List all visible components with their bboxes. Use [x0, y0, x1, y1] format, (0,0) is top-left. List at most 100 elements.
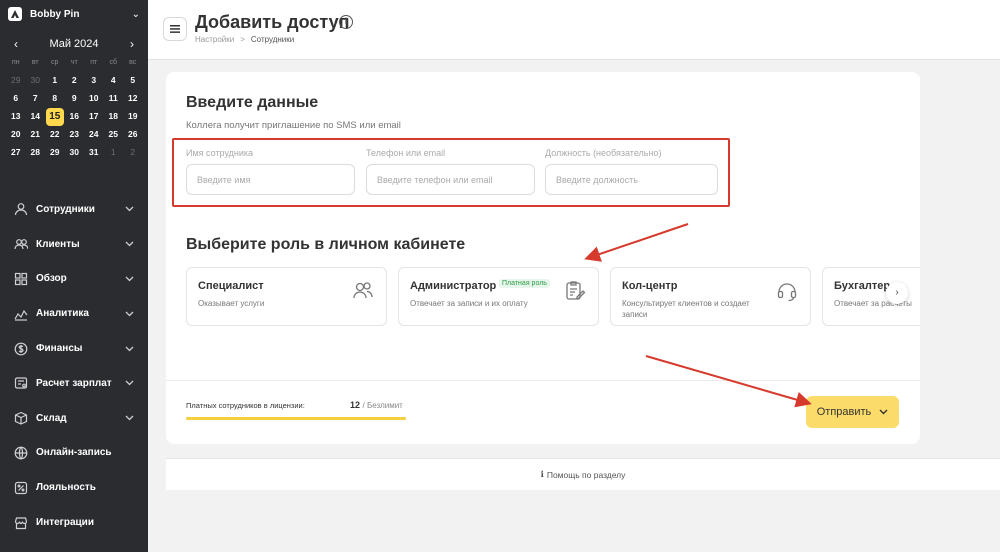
enter-data-subtitle: Коллега получит приглашение по SMS или e… [186, 120, 401, 131]
role-card-specialist[interactable]: Специалист Оказывает услуги [186, 267, 387, 326]
role-title: Бухгалтер [834, 280, 891, 292]
position-input[interactable] [545, 164, 718, 195]
calendar-day[interactable]: 1 [104, 143, 124, 161]
calendar-day[interactable]: 27 [6, 143, 26, 161]
grid-icon [14, 272, 28, 286]
calendar-header: ‹ Май 2024 › [0, 33, 148, 55]
calendar-day-number: 13 [11, 111, 21, 121]
license-count: 12 / Безлимит [350, 400, 403, 410]
sidebar-item-4[interactable]: Аналитика [0, 296, 148, 331]
calendar-day-number: 18 [108, 111, 118, 121]
sidebar-item-5[interactable]: Финансы [0, 331, 148, 366]
calendar-day[interactable]: 28 [26, 143, 46, 161]
dollar-icon [14, 342, 28, 356]
calendar-weekday: ср [51, 59, 59, 66]
sidebar: Bobby Pin ⌄ ‹ Май 2024 › пн вт ср чт пт сб вс 2… [0, 0, 148, 552]
sidebar-item-7[interactable]: Склад [0, 401, 148, 436]
calendar-day[interactable]: 14 [26, 107, 46, 125]
calendar-day[interactable]: 17 [84, 107, 104, 125]
calendar-day[interactable]: 1 [45, 71, 65, 89]
role-carousel: Специалист Оказывает услуги Администрато… [186, 267, 920, 327]
help-bar[interactable]: ℹ Помощь по разделу [166, 458, 1000, 490]
calendar-day-number: 17 [89, 111, 99, 121]
calendar-day[interactable]: 9 [65, 89, 85, 107]
position-field-label: Должность (необязательно) [545, 148, 662, 158]
breadcrumb: Настройки > Сотрудники [195, 35, 294, 44]
carousel-next-button[interactable]: › [886, 282, 908, 304]
sidebar-item-8[interactable]: Онлайн-запись [0, 436, 148, 471]
calendar-day[interactable]: 10 [84, 89, 104, 107]
chevron-down-icon [125, 344, 134, 354]
calendar-day[interactable]: 11 [104, 89, 124, 107]
percent-icon [14, 481, 28, 495]
sidebar-item-6[interactable]: Расчет зарплат [0, 366, 148, 401]
calendar-day[interactable]: 13 [6, 107, 26, 125]
divider [166, 380, 920, 381]
sidebar-item-label: Финансы [36, 343, 83, 355]
calendar-day[interactable]: 5 [123, 71, 143, 89]
calendar-day-number: 2 [130, 147, 136, 157]
calendar-day-number: 10 [89, 93, 99, 103]
calendar-day[interactable]: 26 [123, 125, 143, 143]
calendar-day-number: 31 [89, 147, 99, 157]
calendar-weekday: пт [90, 59, 98, 66]
payroll-icon [14, 376, 28, 390]
chevron-down-icon [125, 274, 134, 284]
calendar-day[interactable]: 20 [6, 125, 26, 143]
calendar-day[interactable]: 30 [26, 71, 46, 89]
contact-input[interactable] [366, 164, 535, 195]
calendar-day[interactable]: 4 [104, 71, 124, 89]
calendar-next-button[interactable]: › [130, 37, 134, 51]
calendar-day[interactable]: 29 [6, 71, 26, 89]
role-description: Отвечает за расчеты [834, 299, 912, 308]
calendar-day[interactable]: 2 [123, 143, 143, 161]
calendar-day[interactable]: 2 [65, 71, 85, 89]
calendar-day[interactable]: 3 [84, 71, 104, 89]
sidebar-item-10[interactable]: Интеграции [0, 505, 148, 540]
calendar-day[interactable]: 6 [6, 89, 26, 107]
role-description: Отвечает за записи и их оплату [410, 299, 528, 308]
role-description: Консультирует клиентов и создает записи [622, 299, 750, 319]
calendar-day[interactable]: 7 [26, 89, 46, 107]
sidebar-item-2[interactable]: Клиенты [0, 227, 148, 262]
calendar-day-number: 29 [50, 147, 60, 157]
send-button[interactable]: Отправить [806, 396, 899, 428]
breadcrumb-settings[interactable]: Настройки [195, 35, 234, 44]
calendar-day[interactable]: 18 [104, 107, 124, 125]
name-input[interactable] [186, 164, 355, 195]
sidebar-item-label: Сотрудники [36, 203, 95, 215]
calendar-day-number: 21 [30, 129, 40, 139]
calendar-weekday: чт [70, 59, 78, 66]
calendar-day-number: 4 [110, 75, 116, 85]
calendar-day-number: 30 [30, 75, 40, 85]
sidebar-item-label: Расчет зарплат [36, 377, 112, 389]
add-access-card: Введите данные Коллега получит приглашен… [166, 72, 920, 444]
calendar-day[interactable]: 8 [45, 89, 65, 107]
calendar-day[interactable]: 31 [84, 143, 104, 161]
calendar-day[interactable]: 22 [45, 125, 65, 143]
sidebar-item-label: Онлайн-запись [36, 447, 112, 459]
account-switcher[interactable]: Bobby Pin ⌄ [0, 0, 148, 28]
menu-toggle-button[interactable] [163, 17, 187, 41]
calendar-day[interactable]: 23 [65, 125, 85, 143]
calendar-day[interactable]: 16 [65, 107, 85, 125]
calendar-day[interactable]: 25 [104, 125, 124, 143]
calendar-prev-button[interactable]: ‹ [14, 37, 18, 51]
calendar-day[interactable]: 21 [26, 125, 46, 143]
sidebar-item-9[interactable]: Лояльность [0, 470, 148, 505]
calendar-day-selected[interactable]: 15 [45, 107, 65, 126]
calendar-day[interactable]: 30 [65, 143, 85, 161]
calendar-day[interactable]: 29 [45, 143, 65, 161]
role-card-call-center[interactable]: Кол-центр Консультирует клиентов и созда… [610, 267, 811, 326]
role-card-administrator[interactable]: Администратор Платная роль Отвечает за з… [398, 267, 599, 326]
role-title: Администратор [410, 280, 497, 292]
info-icon[interactable]: i [339, 15, 353, 29]
calendar-day[interactable]: 24 [84, 125, 104, 143]
sidebar-item-1[interactable]: Сотрудники [0, 192, 148, 227]
calendar-day[interactable]: 12 [123, 89, 143, 107]
store-icon [14, 516, 28, 530]
chart-icon [14, 307, 28, 321]
sidebar-item-3[interactable]: Обзор [0, 262, 148, 297]
calendar-day[interactable]: 19 [123, 107, 143, 125]
brand-logo-icon [8, 7, 22, 21]
